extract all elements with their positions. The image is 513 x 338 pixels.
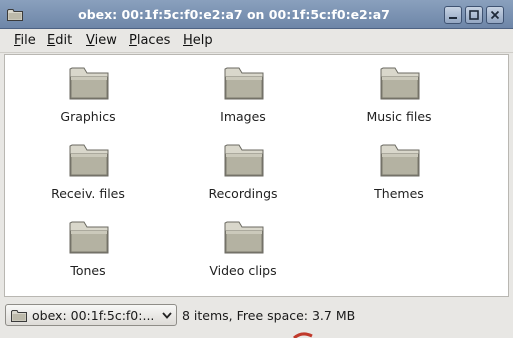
location-dropdown[interactable]: obex: 00:1f:5c:f0:... [5, 304, 177, 326]
menu-file[interactable]: File [14, 33, 36, 48]
window-title: obex: 00:1f:5c:f0:e2:a7 on 00:1f:5c:f0:e… [78, 7, 390, 22]
menu-bar: File Edit View Places Help [0, 29, 513, 53]
menu-help[interactable]: Help [183, 33, 213, 48]
background-decoration [293, 332, 313, 338]
status-bar: obex: 00:1f:5c:f0:... 8 items, Free spac… [0, 300, 513, 335]
menu-edit[interactable]: Edit [47, 33, 72, 48]
folder-label: Recordings [208, 186, 278, 201]
folder-label: Themes [374, 186, 424, 201]
folder-label: Tones [70, 263, 106, 278]
folder-icon [380, 67, 420, 100]
title-bar[interactable]: obex: 00:1f:5c:f0:e2:a7 on 00:1f:5c:f0:e… [0, 0, 513, 29]
folder-item-themes[interactable]: Themes [339, 136, 459, 208]
folder-icon [11, 310, 27, 322]
menu-places[interactable]: Places [129, 33, 170, 48]
folder-icon [380, 144, 420, 177]
folder-label: Receiv. files [51, 186, 125, 201]
minimize-icon [449, 17, 457, 19]
folder-item-images[interactable]: Images [183, 59, 303, 131]
maximize-icon [469, 10, 479, 20]
folder-icon [224, 221, 264, 254]
folder-label: Graphics [60, 109, 116, 124]
folder-item-tones[interactable]: Tones [28, 213, 148, 285]
folder-label: Images [220, 109, 266, 124]
folder-icon [7, 9, 23, 21]
folder-icon [69, 144, 109, 177]
menu-view[interactable]: View [86, 33, 117, 48]
file-view[interactable]: Graphics Images Music files Receiv. file… [4, 54, 509, 297]
folder-label: Video clips [209, 263, 277, 278]
folder-icon [69, 67, 109, 100]
folder-item-music-files[interactable]: Music files [339, 59, 459, 131]
close-button[interactable] [486, 6, 504, 24]
folder-item-video-clips[interactable]: Video clips [183, 213, 303, 285]
folder-item-receiv-files[interactable]: Receiv. files [28, 136, 148, 208]
folder-icon [224, 144, 264, 177]
folder-item-recordings[interactable]: Recordings [183, 136, 303, 208]
folder-item-graphics[interactable]: Graphics [28, 59, 148, 131]
folder-label: Music files [366, 109, 432, 124]
chevron-down-icon [162, 312, 172, 319]
close-icon [490, 10, 500, 20]
folder-icon [224, 67, 264, 100]
location-text: obex: 00:1f:5c:f0:... [32, 308, 155, 323]
maximize-button[interactable] [465, 6, 483, 24]
minimize-button[interactable] [444, 6, 462, 24]
folder-icon [69, 221, 109, 254]
